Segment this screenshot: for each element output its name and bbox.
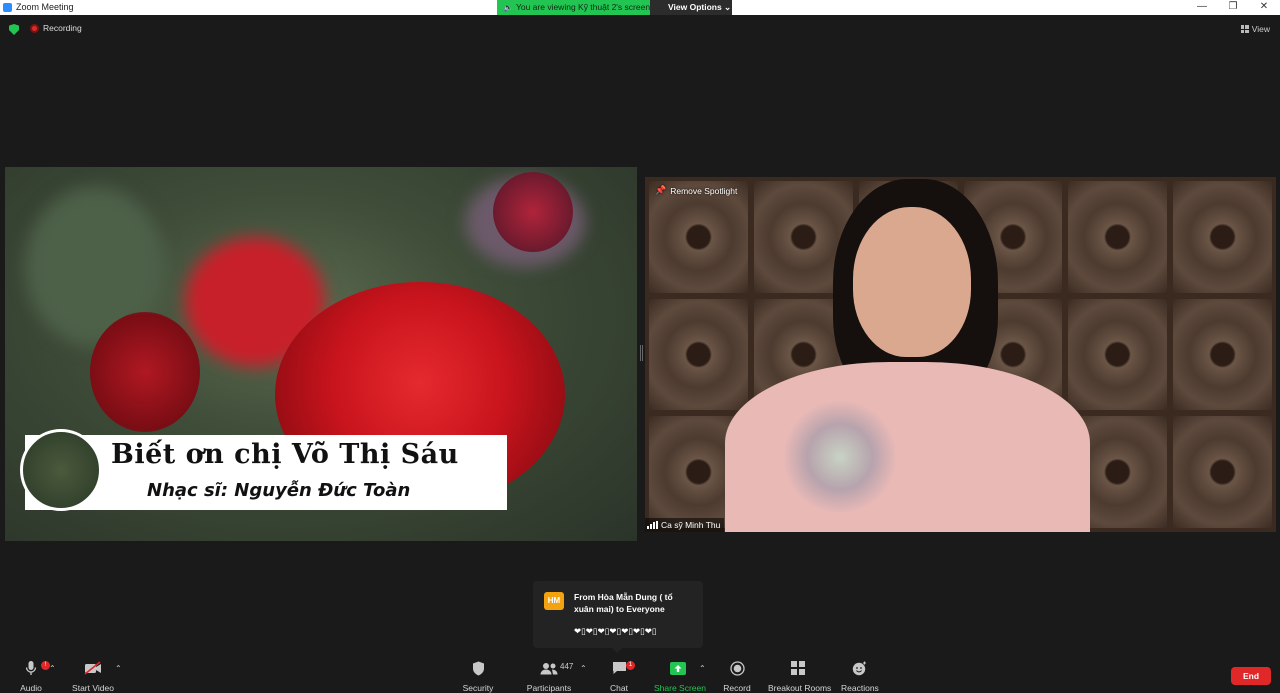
viewing-banner: 🔈 You are viewing Kỹ thuật 2's screen Vie… [497, 0, 732, 15]
speaker-video: 📌 Remove Spotlight Ca sỹ Minh Thu [645, 177, 1276, 532]
share-options-chevron-icon[interactable]: ⌃ [699, 664, 706, 673]
speaker-icon: 🔈 [503, 3, 513, 12]
avatar: HM [544, 592, 564, 610]
start-video-button[interactable]: Start Video [70, 658, 116, 693]
security-shield-icon [461, 658, 495, 678]
participants-count: 447 [560, 662, 574, 671]
restore-button[interactable]: ❐ [1223, 1, 1243, 12]
viewing-text: You are viewing Kỹ thuật 2's screen [515, 2, 651, 12]
zoom-app-icon [3, 3, 12, 12]
chat-message: ❤▯❤▯❤▯❤▯❤▯❤▯❤▯ [574, 626, 657, 636]
viewing-indicator: 🔈 You are viewing Kỹ thuật 2's screen [497, 0, 650, 15]
chat-button[interactable]: 1 Chat [608, 658, 635, 693]
caption-circle-image [20, 429, 102, 511]
window-title: Zoom Meeting [16, 2, 74, 12]
share-screen-button[interactable]: Share Screen [654, 658, 706, 693]
audio-options-chevron-icon[interactable]: ⌃ [49, 664, 56, 673]
reactions-button[interactable]: Reactions [841, 658, 879, 693]
view-options-button[interactable]: View Options ⌄ [650, 0, 732, 15]
view-label: View [1251, 24, 1270, 34]
record-button[interactable]: Record [723, 658, 751, 693]
panel-splitter-handle[interactable] [640, 345, 643, 361]
signal-strength-icon [647, 521, 658, 529]
recording-dot-icon [30, 23, 39, 33]
chat-unread-badge: 1 [626, 661, 635, 670]
close-button[interactable]: ✕ [1254, 1, 1274, 12]
audio-button[interactable]: ! Audio [17, 658, 50, 693]
speaker-name-tag: Ca sỹ Minh Thu [645, 518, 725, 532]
chat-bubble-icon: 1 [608, 658, 635, 678]
meeting-toolbar: ! Audio ⌃ Start Video ⌃ Security 447 Par… [0, 656, 1280, 693]
recording-indicator[interactable]: Recording [30, 23, 82, 33]
minimize-button[interactable]: — [1192, 1, 1212, 12]
participants-options-chevron-icon[interactable]: ⌃ [580, 664, 587, 673]
video-off-icon [70, 658, 116, 678]
video-options-chevron-icon[interactable]: ⌃ [115, 664, 122, 673]
share-screen-icon [654, 658, 702, 678]
record-icon [723, 658, 751, 678]
breakout-rooms-icon [768, 658, 828, 678]
top-bud-image [493, 172, 573, 252]
caption-title: Biết ơn chị Võ Thị Sáu [111, 439, 459, 470]
grid-view-icon [1240, 25, 1249, 33]
participants-button[interactable]: 447 Participants [526, 658, 574, 693]
caption-subtitle: Nhạc sĩ: Nguyễn Đức Toàn [147, 480, 411, 501]
encryption-shield-icon[interactable] [9, 24, 19, 35]
pin-icon: 📌 [655, 185, 667, 195]
chat-notification-popup[interactable]: HM From Hòa Mẫn Dung ( tổ xuân mai) to E… [533, 581, 703, 653]
recording-label: Recording [43, 23, 82, 33]
end-meeting-button[interactable]: End [1231, 667, 1271, 685]
singer-ao-dai-image [725, 362, 1090, 532]
shared-screen-video: Biết ơn chị Võ Thị Sáu Nhạc sĩ: Nguyễn Đ… [5, 167, 637, 541]
embroidered-flower-image [785, 397, 895, 517]
view-button[interactable]: View [1240, 24, 1270, 34]
rose-bud-image [90, 312, 200, 432]
chat-sender: From Hòa Mẫn Dung ( tổ xuân mai) to Ever… [574, 592, 673, 614]
security-button[interactable]: Security [461, 658, 495, 693]
speaker-name: Ca sỹ Minh Thu [661, 520, 721, 530]
reactions-smiley-icon [841, 658, 877, 678]
popup-tail [612, 648, 622, 653]
microphone-icon: ! [17, 658, 50, 678]
singer-face-image [853, 207, 971, 357]
participants-icon: 447 [526, 658, 574, 678]
breakout-rooms-button[interactable]: Breakout Rooms [768, 658, 831, 693]
remove-spotlight-button[interactable]: 📌 Remove Spotlight [655, 185, 737, 196]
remove-spotlight-label: Remove Spotlight [670, 185, 738, 196]
